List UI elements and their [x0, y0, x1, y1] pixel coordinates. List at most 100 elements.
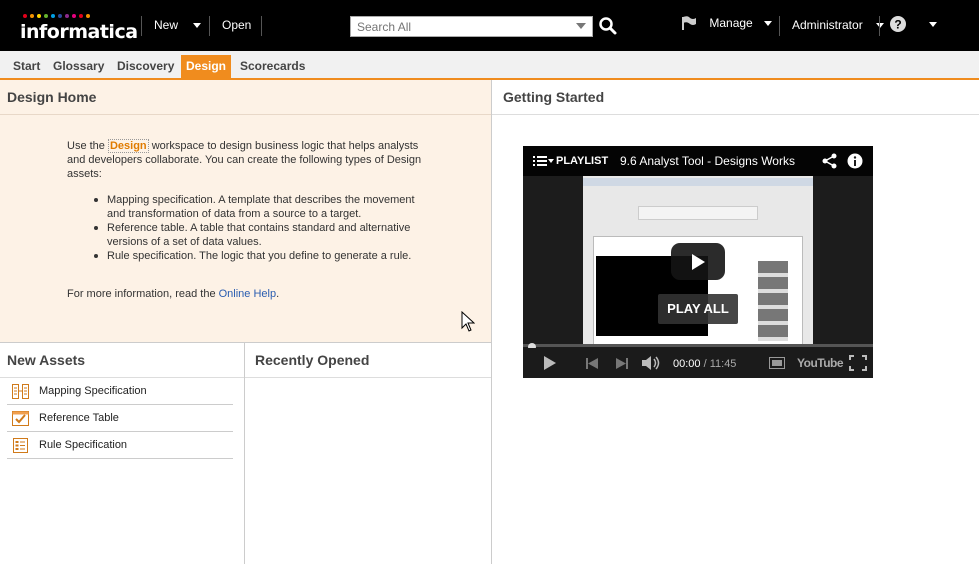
user-label: Administrator — [792, 18, 863, 32]
more-info-pre: For more information, read the — [67, 288, 219, 300]
search-input[interactable] — [351, 17, 571, 36]
tab-discovery[interactable]: Discovery — [112, 55, 179, 80]
mouse-pointer-icon — [461, 311, 475, 332]
logo-dot — [72, 14, 76, 18]
video-player[interactable]: PLAYLIST 9.6 Analyst Tool - Designs Work… — [523, 146, 873, 378]
design-keyword: Design — [107, 139, 149, 153]
youtube-logo[interactable]: YouTube — [797, 356, 844, 370]
play-button[interactable] — [671, 243, 725, 280]
watch-later-icon[interactable] — [769, 357, 785, 369]
volume-icon[interactable] — [642, 356, 662, 370]
more-info-text: For more information, read the Online He… — [67, 288, 279, 300]
recently-opened-title: Recently Opened — [245, 343, 491, 378]
previous-icon[interactable] — [586, 358, 598, 369]
next-icon[interactable] — [616, 358, 628, 369]
fullscreen-icon[interactable] — [849, 355, 867, 371]
divider — [209, 16, 210, 36]
video-progress-bar[interactable] — [523, 344, 873, 347]
playlist-label[interactable]: PLAYLIST — [556, 155, 608, 167]
new-reference-table[interactable]: Reference Table — [7, 405, 233, 432]
rule-spec-icon — [13, 438, 28, 453]
flag-icon — [682, 16, 696, 30]
logo-dot — [58, 14, 62, 18]
search-icon — [599, 17, 617, 35]
divider — [879, 16, 880, 36]
search-scope-dropdown-icon[interactable] — [576, 23, 586, 29]
help-icon: ? — [890, 16, 906, 32]
logo-dot — [86, 14, 90, 18]
recently-opened-panel: Recently Opened — [245, 343, 491, 564]
new-assets-title: New Assets — [0, 343, 244, 378]
new-rule-specification[interactable]: Rule Specification — [7, 432, 233, 459]
share-icon[interactable] — [822, 153, 838, 169]
info-icon[interactable] — [847, 153, 863, 169]
video-time: 00:00 / 11:45 — [673, 358, 736, 370]
logo-dot — [23, 14, 27, 18]
design-home-panel: Design Home Use the Design workspace to … — [0, 80, 491, 343]
manage-menu-button[interactable]: Manage — [680, 15, 773, 31]
tab-scorecards[interactable]: Scorecards — [235, 55, 310, 80]
list-item: Rule specification. The logic that you d… — [94, 249, 427, 263]
chevron-down-icon — [193, 23, 202, 29]
tab-glossary[interactable]: Glossary — [48, 55, 109, 80]
divider — [141, 16, 142, 36]
video-title[interactable]: 9.6 Analyst Tool - Designs Works — [620, 154, 820, 168]
new-mapping-specification[interactable]: Mapping Specification — [7, 378, 233, 405]
open-button[interactable]: Open — [222, 18, 251, 32]
logo-dot — [51, 14, 55, 18]
workspace-tabs: Start Glossary Discovery Design Scorecar… — [0, 51, 979, 80]
intro-text-pre: Use the — [67, 140, 108, 152]
video-frame-detail — [638, 206, 758, 220]
help-menu-button[interactable]: ? — [889, 15, 938, 33]
mapping-spec-icon — [12, 384, 29, 399]
design-home-intro: Use the Design workspace to design busin… — [67, 139, 427, 181]
reference-table-icon — [12, 411, 29, 426]
video-title-bar: PLAYLIST 9.6 Analyst Tool - Designs Work… — [523, 146, 873, 176]
video-frame-detail — [583, 178, 813, 186]
chevron-down-icon — [876, 23, 885, 29]
asset-label: Reference Table — [39, 412, 119, 424]
design-home-title: Design Home — [0, 80, 491, 115]
video-duration: 11:45 — [709, 358, 737, 370]
chevron-down-icon — [548, 159, 554, 163]
top-bar: informatica New Open Manage Administrato… — [0, 0, 979, 51]
video-frame-detail — [758, 261, 788, 341]
user-menu-button[interactable]: Administrator — [792, 18, 885, 32]
informatica-logo[interactable]: informatica — [20, 14, 138, 43]
new-menu-label: New — [154, 18, 179, 32]
play-all-button[interactable]: PLAY ALL — [658, 294, 738, 324]
playlist-icon[interactable] — [533, 155, 547, 167]
logo-dots — [23, 14, 138, 20]
search-button[interactable] — [598, 16, 618, 36]
play-icon[interactable] — [543, 356, 557, 370]
svg-text:?: ? — [894, 18, 901, 32]
asset-label: Mapping Specification — [39, 385, 147, 397]
list-item: Mapping specification. A template that d… — [94, 193, 427, 221]
logo-dot — [44, 14, 48, 18]
logo-dot — [37, 14, 41, 18]
logo-dot — [30, 14, 34, 18]
open-label: Open — [222, 18, 252, 32]
time-separator: / — [703, 358, 707, 370]
asset-label: Rule Specification — [39, 439, 128, 451]
manage-label: Manage — [709, 16, 753, 30]
chevron-down-icon — [764, 20, 773, 26]
chevron-down-icon — [929, 21, 938, 27]
divider — [261, 16, 262, 36]
current-time: 00:00 — [673, 358, 701, 370]
search-field[interactable] — [350, 16, 593, 37]
logo-dot — [79, 14, 83, 18]
tab-design[interactable]: Design — [181, 55, 232, 80]
new-menu-button[interactable]: New — [154, 18, 202, 32]
asset-type-list: Mapping specification. A template that d… — [94, 193, 427, 263]
getting-started-title: Getting Started — [492, 80, 979, 115]
more-info-post: . — [276, 288, 280, 300]
list-item: Reference table. A table that contains s… — [94, 221, 427, 249]
video-controls: 00:00 / 11:45 YouTube — [523, 348, 873, 378]
logo-text: informatica — [20, 21, 138, 43]
online-help-link[interactable]: Online Help — [219, 288, 276, 300]
divider — [779, 16, 780, 36]
logo-dot — [65, 14, 69, 18]
new-assets-panel: New Assets Mapping Specification Referen… — [0, 343, 244, 564]
tab-start[interactable]: Start — [8, 55, 45, 80]
